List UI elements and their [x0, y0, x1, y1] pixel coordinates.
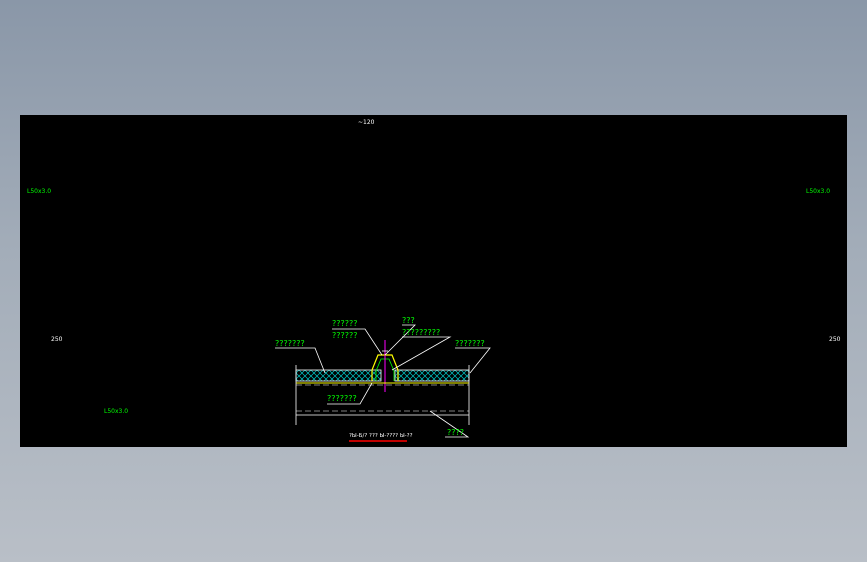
callout-bottom-right: ???? [447, 428, 464, 437]
cad-viewport[interactable]: ~120 L50x3.0 L50x3.0 250 250 L50x3.0 ???… [20, 115, 847, 447]
section-label-top-left: L50x3.0 [27, 188, 51, 195]
callout-right: ??????? [455, 339, 485, 348]
callout-upper-left-2: ?????? [332, 331, 357, 340]
section-label-top-right: L50x3.0 [806, 188, 830, 195]
drawing-caption: ?Ы-Б/? ??? Ы-???? Ы-?? [349, 433, 413, 439]
left-dimension-text: 250 [51, 336, 63, 343]
right-dimension-text: 250 [829, 336, 841, 343]
callout-upper-mid: ??? [402, 316, 415, 325]
callout-left: ??????? [275, 339, 305, 348]
callout-upper-left-1: ?????? [332, 319, 357, 328]
callout-upper-right: ????????? [402, 328, 440, 337]
section-label-bottom-left: L50x3.0 [104, 408, 128, 415]
top-dimension-text: ~120 [358, 119, 375, 126]
callout-bottom-left: ??????? [327, 394, 357, 403]
detail-drawing: ~120 L50x3.0 L50x3.0 250 250 L50x3.0 ???… [27, 119, 841, 442]
roof-panel-section [295, 340, 470, 425]
